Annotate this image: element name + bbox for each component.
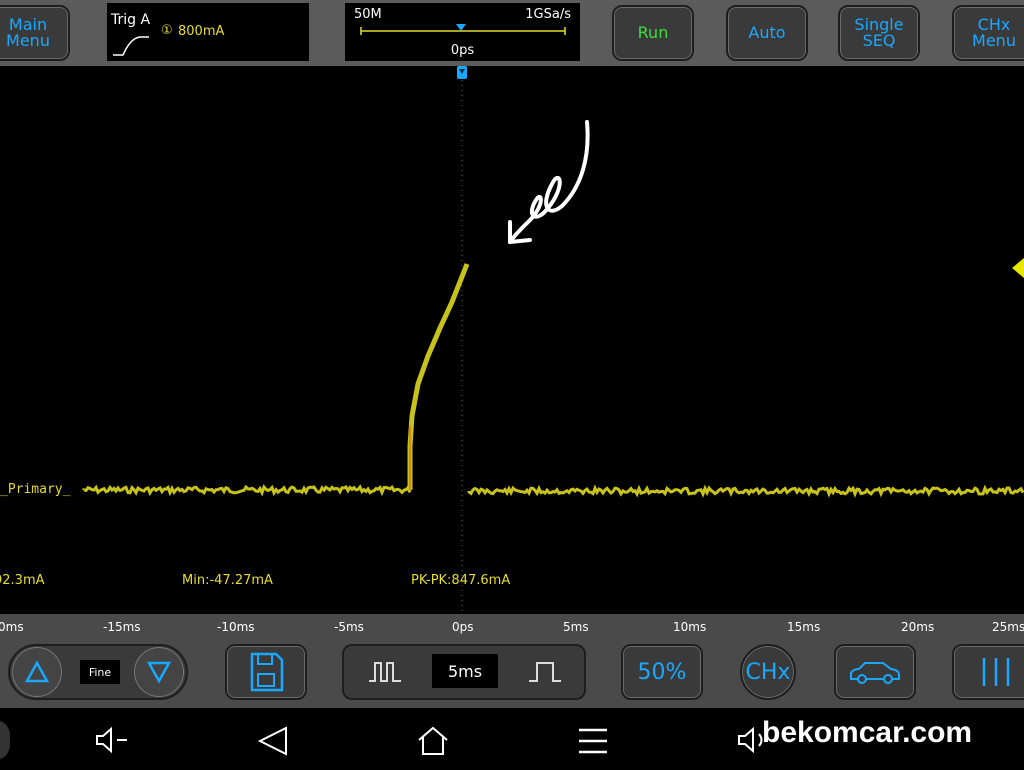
trace-current-rise: [407, 263, 470, 490]
system-navigation-bar: bekomcar.com: [0, 708, 1024, 770]
save-icon: [250, 652, 284, 692]
back-icon[interactable]: [256, 726, 290, 756]
fifty-percent-button[interactable]: 50%: [621, 644, 703, 700]
measurement-avg: 92.3mA: [0, 573, 45, 588]
timebase-increase-button[interactable]: [504, 646, 586, 698]
run-button[interactable]: Run: [612, 5, 694, 61]
triangle-up-icon: [24, 660, 50, 683]
rising-edge-icon: [113, 36, 149, 56]
home-icon[interactable]: [416, 726, 450, 756]
menu-icon[interactable]: [576, 726, 610, 756]
edge-handle[interactable]: [0, 720, 10, 760]
fine-toggle[interactable]: Fine: [80, 660, 120, 684]
memory-depth: 50M: [354, 7, 382, 22]
triangle-down-icon: [146, 661, 172, 684]
main-menu-button[interactable]: Main Menu: [0, 5, 70, 61]
timebase-value: 5ms: [432, 654, 498, 688]
waveform-canvas: [82, 66, 1024, 614]
watermark: bekomcar.com: [762, 716, 973, 749]
sample-rate: 1GSa/s: [525, 7, 571, 22]
volume-down-icon[interactable]: [94, 726, 130, 754]
timebase-control-group: 5ms: [342, 644, 586, 700]
trace-baseline-right: [467, 484, 1024, 498]
waveform-display[interactable]: _Primary_: [0, 66, 1024, 614]
measurement-min: Min:-47.27mA: [182, 573, 273, 588]
time-tick: -10ms: [217, 620, 255, 634]
time-tick: 0ps: [452, 620, 474, 634]
time-tick: 25ms: [992, 620, 1024, 634]
top-toolbar: Main Menu Trig A ① 800mA 50M 1GSa/s 0ps …: [0, 0, 1024, 66]
time-tick: 0ms: [0, 620, 24, 634]
annotation-arrow-icon: [508, 120, 590, 244]
time-tick: -15ms: [103, 620, 141, 634]
trigger-time-marker-icon: [457, 66, 467, 79]
timebase-panel[interactable]: 50M 1GSa/s 0ps: [345, 3, 580, 61]
measurement-pk-pk: PK-PK:847.6mA: [411, 573, 511, 588]
trigger-panel[interactable]: Trig A ① 800mA: [107, 3, 309, 61]
time-tick: 20ms: [901, 620, 935, 634]
time-tick: 15ms: [787, 620, 821, 634]
measure-menu-button[interactable]: [952, 644, 1024, 700]
vehicle-button[interactable]: [834, 644, 916, 700]
trace-baseline-left: [82, 484, 412, 497]
timebase-decrease-button[interactable]: [344, 646, 426, 698]
scale-control-group: Fine: [8, 644, 188, 700]
time-tick: 5ms: [563, 620, 589, 634]
save-button[interactable]: [225, 644, 307, 700]
scale-down-button[interactable]: [134, 647, 184, 697]
scale-up-button[interactable]: [12, 647, 62, 697]
wide-pulse-icon: [529, 662, 561, 682]
single-seq-button[interactable]: Single SEQ: [838, 5, 920, 61]
chx-menu-button[interactable]: CHx Menu: [952, 5, 1024, 61]
time-tick: -5ms: [334, 620, 364, 634]
auto-button[interactable]: Auto: [726, 5, 808, 61]
trigger-channel-badge: ①: [161, 23, 173, 38]
time-tick: 10ms: [673, 620, 707, 634]
memory-position-bar[interactable]: [359, 21, 567, 37]
time-axis: 0ms -15ms -10ms -5ms 0ps 5ms 10ms 15ms 2…: [0, 614, 1024, 640]
control-bar: Fine 5ms 50% CHx: [0, 640, 1024, 708]
bars-icon: [982, 658, 1010, 686]
trigger-level: 800mA: [178, 24, 225, 39]
narrow-pulse-icon: [369, 662, 401, 682]
time-position: 0ps: [450, 43, 475, 58]
car-icon: [850, 662, 900, 684]
trigger-position-marker-icon: [456, 24, 466, 31]
channel-label: _Primary_: [0, 482, 71, 497]
chx-button[interactable]: CHx: [740, 644, 796, 700]
trigger-label: Trig A: [111, 12, 151, 28]
